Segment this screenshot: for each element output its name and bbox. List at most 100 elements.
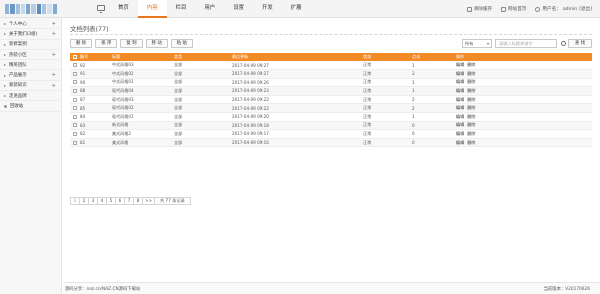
search-input[interactable]: 请输入标题关键字 — [495, 39, 566, 48]
chevron-icon: ▸ — [4, 52, 7, 58]
toolbar-button[interactable]: 删 除 — [70, 39, 93, 48]
sidebar-item[interactable]: ▸ 产品展示 + — [0, 70, 61, 81]
table-row: 85 现代风格02 全部 2017-04-09 09:22 正常 2 编辑 删除 — [70, 104, 592, 113]
search-icon[interactable] — [561, 41, 566, 46]
nav-tab[interactable]: 栏目 — [167, 0, 196, 18]
sidebar-item[interactable]: ▸ 家装知识 + — [0, 81, 61, 92]
row-checkbox[interactable] — [73, 131, 77, 136]
row-title[interactable]: 现代风格01 — [112, 114, 174, 120]
delete-link[interactable]: 删除 — [467, 88, 475, 93]
row-updated: 2017-04-09 09:27 — [232, 62, 269, 68]
nav-tab[interactable]: 扩展 — [282, 0, 311, 18]
row-status: 正常 — [363, 96, 372, 102]
sidebar-item[interactable]: ▸ 精英团队 — [0, 60, 61, 71]
expand-plus-icon[interactable]: + — [52, 72, 56, 78]
logo-block — [20, 4, 26, 14]
expand-plus-icon[interactable]: + — [52, 21, 56, 27]
delete-link[interactable]: 删除 — [467, 71, 475, 76]
sidebar-item[interactable]: ▸ 热装小区 + — [0, 50, 61, 61]
sidebar-item[interactable]: ▸ 关于我们(3组) + — [0, 29, 61, 40]
sidebar-item[interactable]: ▸ 装修案例 — [0, 40, 61, 50]
row-checkbox[interactable] — [73, 63, 77, 68]
nav-tab[interactable]: 内容 — [137, 0, 167, 18]
main-nav: 首页 内容 栏目 用户 设置 开发 扩展 — [109, 0, 311, 18]
row-status: 正常 — [363, 130, 372, 136]
expand-plus-icon[interactable]: + — [52, 83, 56, 89]
table-row: 81 美式风格 全部 2017-04-09 09:16 正常 0 编辑 删除 — [70, 138, 592, 148]
delete-link[interactable]: 删除 — [467, 62, 475, 67]
edit-link[interactable]: 编辑 — [456, 97, 464, 102]
type-select[interactable]: 所有 — [462, 39, 492, 48]
select-all-checkbox[interactable] — [73, 55, 77, 60]
nav-tab[interactable]: 开发 — [253, 0, 282, 18]
row-checkbox[interactable] — [73, 140, 77, 145]
nav-tab[interactable]: 用户 — [195, 0, 224, 18]
expand-plus-icon[interactable]: + — [52, 31, 56, 37]
main-content: 文档列表(77) 删 除排 序复 制移 动粘 贴 所有 请输入标题关键字 查 找… — [63, 18, 600, 294]
clear-cache-link[interactable]: 清除缓存 — [466, 6, 492, 12]
delete-link[interactable]: 删除 — [467, 114, 475, 119]
edit-link[interactable]: 编辑 — [456, 105, 464, 110]
toolbar-button[interactable]: 移 动 — [145, 39, 168, 48]
edit-link[interactable]: 编辑 — [456, 122, 464, 127]
row-type: 全部 — [174, 105, 183, 111]
logout-link[interactable]: [退出] — [579, 6, 592, 12]
edit-link[interactable]: 编辑 — [456, 140, 464, 145]
monitor-icon[interactable] — [97, 5, 105, 13]
delete-link[interactable]: 删除 — [467, 140, 475, 145]
row-title[interactable]: 现代风格03 — [112, 97, 174, 103]
edit-link[interactable]: 编辑 — [456, 88, 464, 93]
nav-tab[interactable]: 首页 — [109, 0, 138, 18]
site-home-link[interactable]: 网站首页 — [501, 6, 526, 12]
row-checkbox[interactable] — [73, 106, 77, 111]
row-status: 正常 — [363, 122, 372, 128]
edit-link[interactable]: 编辑 — [456, 71, 464, 76]
row-checkbox[interactable] — [73, 97, 77, 102]
checkbox-cell — [70, 140, 80, 145]
row-actions: 编辑 删除 — [456, 71, 592, 77]
row-checkbox[interactable] — [73, 71, 77, 76]
row-title[interactable]: 现代风格02 — [112, 105, 174, 111]
sidebar-item[interactable]: ▸ 个人中心 + — [0, 19, 61, 30]
edit-link[interactable]: 编辑 — [456, 79, 464, 84]
sidebar-item[interactable]: 回收站 — [0, 101, 61, 112]
sidebar-item[interactable]: ▸ 走进品牌 — [0, 91, 61, 102]
delete-link[interactable]: 删除 — [467, 105, 475, 110]
delete-link[interactable]: 删除 — [467, 122, 475, 127]
edit-link[interactable]: 编辑 — [456, 62, 464, 67]
edit-link[interactable]: 编辑 — [456, 114, 464, 119]
row-title[interactable]: 中式风格01 — [112, 79, 174, 85]
row-checkbox[interactable] — [73, 80, 77, 85]
app-window: { "logo": {"colors": ["#8fb4d8","#6b97c4… — [0, 0, 600, 294]
row-type: 全部 — [174, 96, 183, 102]
checkbox-cell — [70, 88, 80, 93]
sidebar-item-label: 走进品牌 — [9, 93, 27, 99]
edit-link[interactable]: 编辑 — [456, 131, 464, 136]
chevron-icon: ▸ — [4, 82, 7, 88]
nav-tab[interactable]: 设置 — [224, 0, 253, 18]
row-title[interactable]: 中式风格03 — [112, 62, 174, 68]
delete-link[interactable]: 删除 — [467, 79, 475, 84]
row-clicks: 1 — [412, 114, 415, 120]
checkbox-cell — [70, 131, 80, 136]
toolbar-button[interactable]: 粘 贴 — [170, 39, 193, 48]
row-type: 全部 — [174, 62, 183, 68]
row-title[interactable]: 美式风格 — [112, 140, 174, 146]
search-button[interactable]: 查 找 — [568, 39, 592, 48]
row-title[interactable]: 现代风格04 — [112, 88, 174, 94]
row-title[interactable]: 中式风格02 — [112, 71, 174, 77]
toolbar-button[interactable]: 排 序 — [95, 39, 118, 48]
row-checkbox[interactable] — [73, 123, 77, 128]
row-updated: 2017-04-09 09:22 — [232, 105, 269, 111]
row-status: 正常 — [363, 70, 372, 76]
row-checkbox[interactable] — [73, 114, 77, 119]
row-actions: 编辑 删除 — [456, 131, 592, 137]
expand-plus-icon[interactable]: + — [52, 52, 56, 58]
row-title[interactable]: 美式风格2 — [112, 131, 174, 137]
delete-link[interactable]: 删除 — [467, 97, 475, 102]
delete-link[interactable]: 删除 — [467, 131, 475, 136]
toolbar-button[interactable]: 复 制 — [120, 39, 143, 48]
row-clicks: 0 — [412, 131, 415, 137]
row-checkbox[interactable] — [73, 88, 77, 93]
row-title[interactable]: 新式风格 — [112, 122, 174, 128]
